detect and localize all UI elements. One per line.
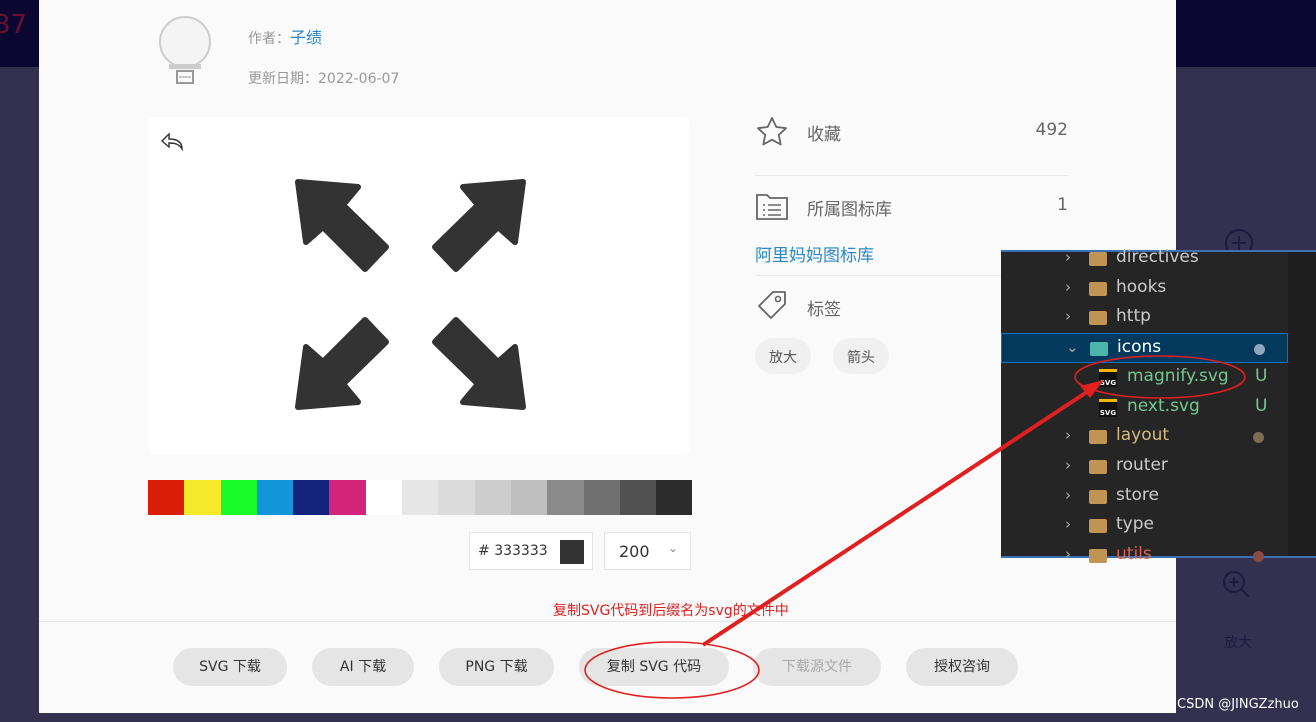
explorer-item[interactable]: › utils xyxy=(1001,541,1288,571)
color-swatch[interactable] xyxy=(547,480,584,515)
expand-arrows-icon xyxy=(295,179,526,410)
favorite-row[interactable]: 收藏 492 xyxy=(755,112,1068,152)
updated-line: 更新日期：2022-06-07 xyxy=(248,71,400,87)
explorer-item[interactable]: › type xyxy=(1001,511,1288,541)
svg-download-button[interactable]: SVG 下载 xyxy=(173,648,287,686)
explorer-item[interactable]: SVG magnify.svg U xyxy=(1001,363,1288,393)
side-zoom-label: 放大 xyxy=(1224,635,1252,651)
color-swatch[interactable] xyxy=(474,480,511,515)
chevron-right-icon: › xyxy=(1065,248,1071,266)
color-swatch[interactable] xyxy=(438,480,475,515)
explorer-item-name: icons xyxy=(1117,337,1162,358)
color-swatch[interactable] xyxy=(148,480,185,515)
status-dot xyxy=(1253,551,1264,562)
color-swatch[interactable] xyxy=(329,480,366,515)
folder-icon xyxy=(1089,430,1107,445)
chevron-down-icon: ⌄ xyxy=(1066,338,1079,357)
library-link[interactable]: 阿里妈妈图标库 xyxy=(755,241,874,266)
color-hex-input[interactable]: # 333333 xyxy=(469,532,593,570)
folder-icon xyxy=(1089,311,1107,326)
size-select[interactable]: 200 ⌄ xyxy=(604,532,691,570)
background-text: 37 xyxy=(0,10,28,40)
watermark: CSDN @JINGZzhuo xyxy=(1177,697,1299,712)
explorer-item-name: layout xyxy=(1116,425,1170,446)
png-download-button[interactable]: PNG 下载 xyxy=(439,648,554,686)
chevron-right-icon: › xyxy=(1065,277,1071,296)
explorer-item-name: magnify.svg xyxy=(1127,365,1229,386)
chevron-right-icon: › xyxy=(1065,426,1071,445)
explorer-item[interactable]: › http xyxy=(1001,303,1288,333)
chevron-down-icon: ⌄ xyxy=(667,541,678,555)
explorer-item-name: directives xyxy=(1116,247,1199,267)
copy-svg-code-button[interactable]: 复制 SVG 代码 xyxy=(579,648,729,686)
color-swatch[interactable] xyxy=(256,480,294,515)
explorer-item[interactable]: SVG next.svg U xyxy=(1001,393,1288,423)
explorer-item[interactable]: › store xyxy=(1001,482,1288,512)
divider xyxy=(39,621,1176,622)
color-swatch[interactable] xyxy=(583,480,620,515)
star-icon xyxy=(757,117,787,146)
color-swatch[interactable] xyxy=(184,480,221,515)
explorer-item-name: type xyxy=(1116,514,1154,535)
folder-icon xyxy=(1089,519,1107,534)
folder-icon xyxy=(1089,489,1107,504)
ai-download-button[interactable]: AI 下载 xyxy=(312,648,414,686)
file-explorer: › directives › hooks › http ⌄ icons SVG magnify.s… xyxy=(1001,247,1316,564)
folder-icon xyxy=(1089,549,1107,563)
color-swatch[interactable] xyxy=(619,480,657,515)
svg-file-icon: SVG xyxy=(1099,398,1117,417)
color-swatch[interactable] xyxy=(510,480,548,515)
library-row: 所属图标库 1 xyxy=(755,187,1068,227)
explorer-item-name: router xyxy=(1116,454,1168,475)
author-avatar xyxy=(157,14,219,86)
folder-icon xyxy=(1089,281,1107,296)
explorer-item-name: hooks xyxy=(1116,276,1167,297)
folder-icon xyxy=(1089,459,1107,474)
magnify-icon[interactable] xyxy=(1220,568,1256,604)
license-consult-button[interactable]: 授权咨询 xyxy=(906,648,1018,686)
tag-chip[interactable]: 箭头 xyxy=(833,338,889,374)
explorer-item-name: utils xyxy=(1116,544,1152,564)
chevron-right-icon: › xyxy=(1065,515,1071,534)
color-swatch[interactable] xyxy=(365,480,403,515)
explorer-item[interactable]: › layout xyxy=(1001,422,1288,452)
git-status: U xyxy=(1255,395,1268,416)
chevron-right-icon: › xyxy=(1065,545,1071,563)
git-status: U xyxy=(1255,365,1268,386)
annotation-text: 复制SVG代码到后缀名为svg的文件中 xyxy=(553,603,789,619)
explorer-item[interactable]: › router xyxy=(1001,452,1288,482)
icon-preview xyxy=(148,117,690,454)
explorer-item[interactable]: ⌄ icons xyxy=(1001,333,1288,364)
color-swatch[interactable] xyxy=(402,480,439,515)
chevron-right-icon: › xyxy=(1065,455,1071,474)
download-source-button[interactable]: 下载源文件 xyxy=(753,648,881,686)
explorer-item-name: next.svg xyxy=(1127,395,1200,416)
svg-file-icon: SVG xyxy=(1099,368,1117,387)
folder-list-icon xyxy=(756,194,788,220)
color-palette xyxy=(148,480,693,515)
folder-icon xyxy=(1090,342,1108,357)
author-line: 作者：子绩 xyxy=(248,28,323,47)
explorer-item-name: store xyxy=(1116,484,1159,505)
status-dot xyxy=(1254,344,1265,356)
author-link[interactable]: 子绩 xyxy=(290,28,322,47)
folder-icon xyxy=(1089,252,1107,266)
explorer-item[interactable]: › directives xyxy=(1001,244,1288,274)
color-swatch[interactable] xyxy=(293,480,330,515)
status-dot xyxy=(1253,432,1264,444)
chevron-right-icon: › xyxy=(1065,307,1071,326)
color-swatch[interactable] xyxy=(656,480,693,515)
explorer-item[interactable]: › hooks xyxy=(1001,274,1288,304)
explorer-item-name: http xyxy=(1116,306,1151,327)
color-swatch[interactable] xyxy=(220,480,257,515)
chevron-right-icon: › xyxy=(1065,485,1071,504)
tag-chip[interactable]: 放大 xyxy=(755,338,811,374)
tag-icon xyxy=(758,291,786,319)
undo-icon[interactable] xyxy=(160,131,186,152)
color-preview-swatch[interactable] xyxy=(560,540,584,564)
